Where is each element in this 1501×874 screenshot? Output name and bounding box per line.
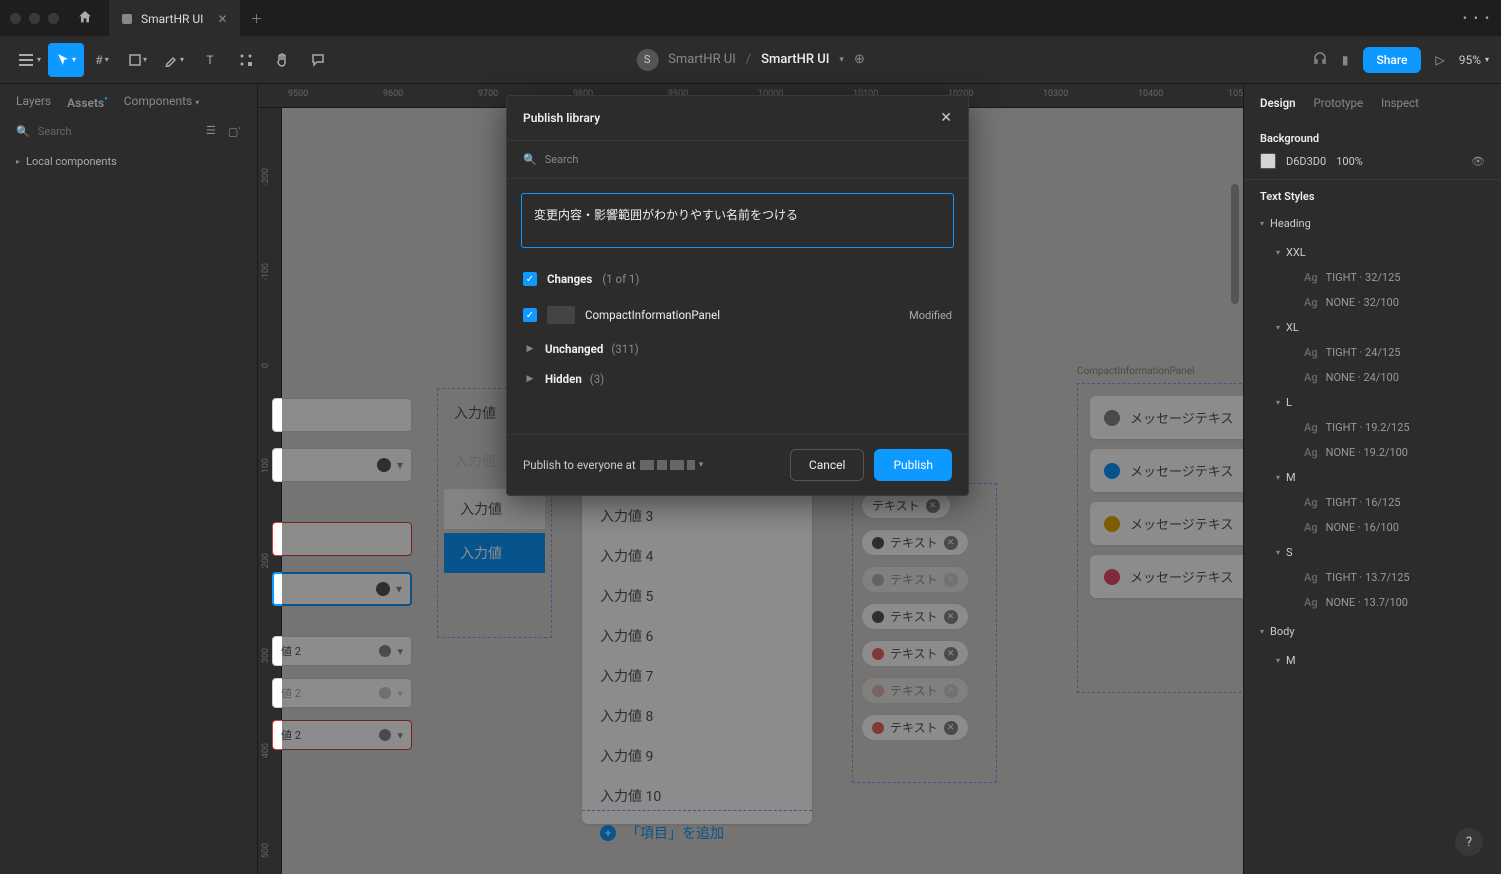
- text-style-m[interactable]: ▾M: [1276, 465, 1485, 490]
- publish-button[interactable]: Publish: [874, 449, 952, 481]
- share-button[interactable]: Share: [1363, 47, 1422, 73]
- list-item[interactable]: AgNONE · 24/100: [1276, 365, 1485, 390]
- multiplayer-icon[interactable]: ⊕: [854, 52, 865, 67]
- unchanged-section[interactable]: ▶ Unchanged (311): [507, 334, 968, 364]
- toolbar: ▾ ▾ #▾ ▾ ▾ T S SmartHR UI / SmartHR UI ▾…: [0, 36, 1501, 84]
- hand-tool[interactable]: [264, 43, 300, 77]
- scrollbar[interactable]: [1231, 184, 1239, 304]
- pen-tool[interactable]: ▾: [156, 43, 192, 77]
- changes-header[interactable]: ✓ Changes (1 of 1): [507, 262, 968, 296]
- assets-search[interactable]: 🔍 Search ☰ ▢•: [0, 118, 257, 145]
- tab-layers[interactable]: Layers: [16, 94, 51, 110]
- publish-library-modal: Publish library ✕ 🔍 Search 変更内容・影響範囲がわかり…: [506, 95, 969, 496]
- list-item[interactable]: AgNONE · 19.2/100: [1276, 440, 1485, 465]
- list-item[interactable]: AgTIGHT · 19.2/125: [1276, 415, 1485, 440]
- tab-components[interactable]: Components ▾: [124, 94, 200, 110]
- checkbox-checked[interactable]: ✓: [523, 308, 537, 322]
- hidden-section[interactable]: ▶ Hidden (3): [507, 364, 968, 394]
- team-avatar[interactable]: S: [636, 49, 658, 71]
- checkbox-checked[interactable]: ✓: [523, 272, 537, 286]
- minimize-window[interactable]: [29, 13, 40, 24]
- tab-inspect[interactable]: Inspect: [1381, 96, 1419, 110]
- project-name[interactable]: SmartHR UI: [668, 52, 736, 67]
- visibility-icon[interactable]: 👁: [1471, 155, 1485, 168]
- left-panel-tabs: Layers Assets• Components ▾: [0, 84, 257, 118]
- text-tool[interactable]: T: [192, 43, 228, 77]
- comment-tool[interactable]: [300, 43, 336, 77]
- text-style-body-m[interactable]: ▾M: [1276, 648, 1485, 673]
- more-menu-icon[interactable]: • • •: [1463, 11, 1491, 25]
- status-badge: Modified: [909, 309, 952, 322]
- right-panel-tabs: Design Prototype Inspect: [1244, 84, 1501, 122]
- text-style-heading[interactable]: ▾Heading: [1260, 211, 1485, 236]
- main-menu-icon[interactable]: ▾: [12, 43, 48, 77]
- list-item[interactable]: AgTIGHT · 13.7/125: [1276, 565, 1485, 590]
- tab-label: SmartHR UI: [141, 12, 203, 26]
- chevron-down-icon[interactable]: ▾: [839, 55, 844, 65]
- background-opacity[interactable]: 100%: [1336, 155, 1363, 168]
- list-item[interactable]: AgTIGHT · 32/125: [1276, 265, 1485, 290]
- titlebar: SmartHR UI ✕ ＋ • • •: [0, 0, 1501, 36]
- text-styles-section: Text Styles ▾Heading ▾XXL AgTIGHT · 32/1…: [1244, 180, 1501, 687]
- move-tool[interactable]: ▾: [48, 43, 84, 77]
- publish-scope[interactable]: Publish to everyone at ▾: [523, 458, 703, 472]
- list-item[interactable]: AgTIGHT · 24/125: [1276, 340, 1485, 365]
- zoom-menu[interactable]: 95%▾: [1459, 53, 1489, 67]
- search-icon: 🔍: [523, 153, 537, 166]
- tab-design[interactable]: Design: [1260, 96, 1296, 110]
- chevron-right-icon: ▶: [523, 344, 537, 354]
- component-thumbnail: [547, 306, 575, 324]
- frame-tool[interactable]: #▾: [84, 43, 120, 77]
- changed-component-row[interactable]: ✓ CompactInformationPanel Modified: [507, 296, 968, 334]
- list-item[interactable]: AgNONE · 32/100: [1276, 290, 1485, 315]
- new-tab-button[interactable]: ＋: [240, 1, 274, 35]
- home-icon[interactable]: [77, 9, 93, 28]
- text-style-body[interactable]: ▾Body: [1260, 619, 1485, 644]
- search-icon: 🔍: [16, 125, 30, 138]
- close-window[interactable]: [10, 13, 21, 24]
- local-components-section[interactable]: ▸ Local components: [0, 145, 257, 178]
- resources-icon[interactable]: [228, 43, 264, 77]
- file-name[interactable]: SmartHR UI: [761, 52, 829, 67]
- modal-search[interactable]: 🔍 Search: [507, 141, 968, 179]
- text-style-s[interactable]: ▾S: [1276, 540, 1485, 565]
- list-item[interactable]: AgNONE · 13.7/100: [1276, 590, 1485, 615]
- cancel-button[interactable]: Cancel: [790, 449, 865, 481]
- background-hex[interactable]: D6D3D0: [1286, 155, 1326, 168]
- shape-tool[interactable]: ▾: [120, 43, 156, 77]
- color-swatch[interactable]: [1260, 153, 1276, 169]
- tab-assets[interactable]: Assets•: [67, 94, 108, 110]
- text-style-l[interactable]: ▾L: [1276, 390, 1485, 415]
- maximize-window[interactable]: [48, 13, 59, 24]
- left-panel: Layers Assets• Components ▾ 🔍 Search ☰ ▢…: [0, 84, 258, 874]
- window-controls: [10, 13, 59, 24]
- list-item[interactable]: AgNONE · 16/100: [1276, 515, 1485, 540]
- present-icon[interactable]: ▷: [1435, 53, 1444, 67]
- description-input[interactable]: 変更内容・影響範囲がわかりやすい名前をつける: [521, 193, 954, 248]
- memory-icon[interactable]: ▮: [1342, 53, 1349, 67]
- chevron-right-icon: ▶: [523, 374, 537, 384]
- text-style-xxl[interactable]: ▾XXL: [1276, 240, 1485, 265]
- close-tab-icon[interactable]: ✕: [217, 12, 227, 26]
- document-title: S SmartHR UI / SmartHR UI ▾ ⊕: [636, 49, 865, 71]
- background-section: Background D6D3D0 100% 👁: [1244, 122, 1501, 180]
- tab-prototype[interactable]: Prototype: [1314, 96, 1364, 110]
- list-view-icon[interactable]: ☰: [206, 124, 216, 139]
- close-icon[interactable]: ✕: [940, 110, 952, 126]
- text-style-xl[interactable]: ▾XL: [1276, 315, 1485, 340]
- modal-title: Publish library: [523, 111, 600, 125]
- library-icon[interactable]: ▢•: [228, 124, 241, 139]
- list-item[interactable]: AgTIGHT · 16/125: [1276, 490, 1485, 515]
- file-tab[interactable]: SmartHR UI ✕: [109, 0, 240, 36]
- right-panel: Design Prototype Inspect Background D6D3…: [1243, 84, 1501, 874]
- chevron-down-icon: ▾: [699, 460, 704, 470]
- help-button[interactable]: ?: [1455, 828, 1483, 856]
- headphones-icon[interactable]: [1312, 50, 1328, 69]
